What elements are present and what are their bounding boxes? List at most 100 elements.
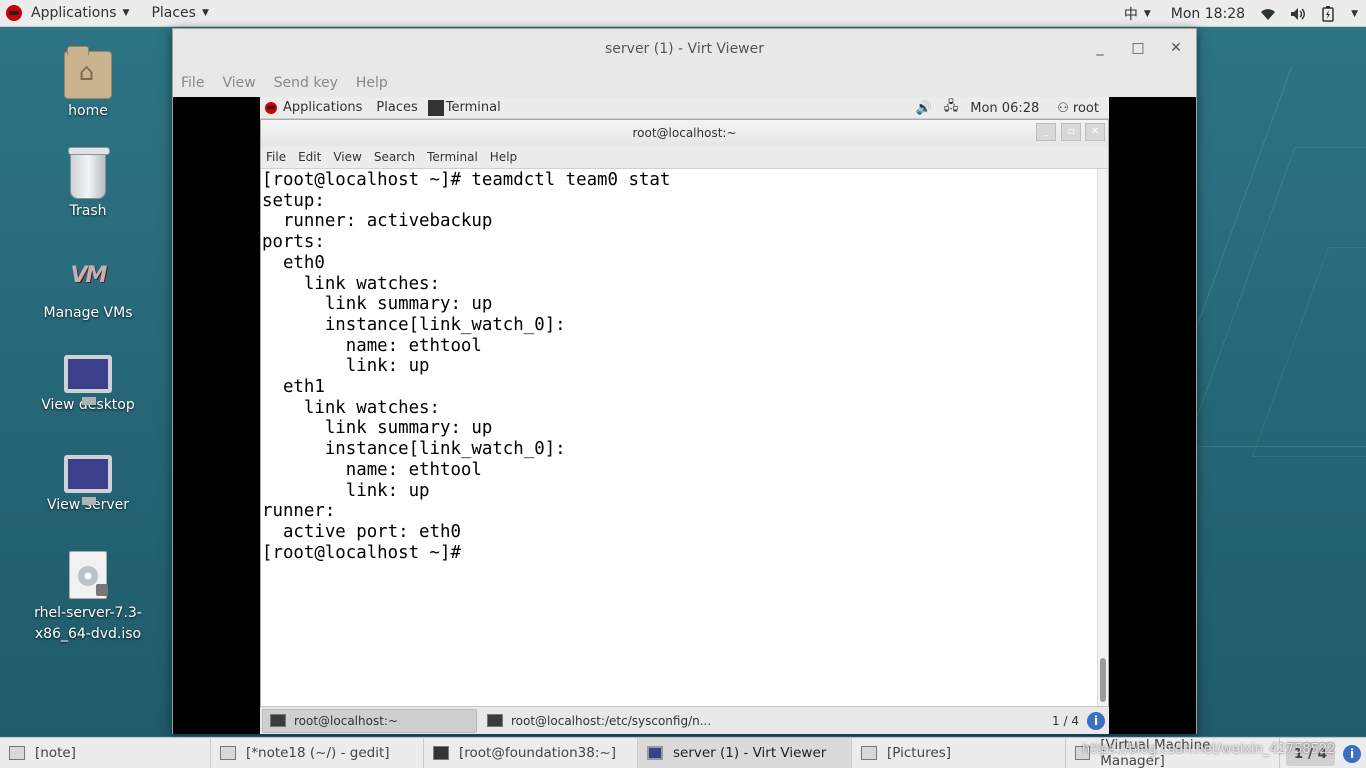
maximize-button[interactable]: □ [1128,40,1148,56]
terminal-line: link summary: up [262,294,493,315]
task-label: root@localhost:~ [294,713,399,728]
minimize-button[interactable]: _ [1036,123,1056,141]
workspace-pager[interactable]: 1 / 4 [1285,741,1335,766]
folder-icon [861,746,877,760]
task-note[interactable]: [note] [0,737,211,768]
system-menu[interactable]: ▼ [1343,0,1366,27]
workspace-pager[interactable]: 1 / 4 [1052,714,1079,728]
guest-clock[interactable]: Mon 06:28 [970,101,1039,116]
volume-icon[interactable]: 🔊 [916,101,932,116]
clock[interactable]: Mon 18:28 [1163,0,1253,27]
menu-view[interactable]: View [222,75,255,91]
close-button[interactable]: ✕ [1166,40,1186,56]
terminal-output[interactable]: [root@localhost ~]# teamdctl team0 stat s… [261,169,1098,706]
vm-display[interactable]: Applications Places Terminal 🔊 🖧 Mon 06:… [173,97,1196,734]
close-button[interactable]: ✕ [1085,123,1105,141]
menu-help[interactable]: Help [356,75,388,91]
clock-label: Mon 18:28 [1170,5,1246,22]
maximize-button[interactable]: ▫ [1061,123,1081,141]
monitor-icon [647,746,663,760]
guest-user-menu[interactable]: root [1073,101,1099,116]
input-method-label: 中 [1123,6,1138,23]
top-panel: Applications ▼ Places ▼ 中 ▼ Mon 18:28 ▼ [0,0,1366,27]
guest-terminal-task[interactable]: Terminal [425,97,508,119]
menu-view[interactable]: View [333,150,361,164]
menu-search[interactable]: Search [374,150,415,164]
battery-icon[interactable] [1319,5,1337,22]
window-titlebar[interactable]: server (1) - Virt Viewer _ □ ✕ [173,29,1196,69]
network-icon[interactable]: 🖧 [944,97,959,119]
places-menu[interactable]: Places ▼ [143,0,216,27]
guest-places-label: Places [376,100,418,115]
terminal-line: link: up [262,480,430,501]
info-icon[interactable]: i [1343,744,1361,763]
wifi-icon[interactable] [1259,7,1277,21]
menu-edit[interactable]: Edit [298,150,321,164]
task-terminal-foundation[interactable]: [root@foundation38:~] [424,737,638,768]
task-label: [note] [35,745,76,761]
desktop-icon-label: Manage VMs [43,305,133,321]
chevron-down-icon: ▼ [1351,8,1358,19]
terminal-line: eth0 [262,252,325,273]
chevron-down-icon: ▼ [122,8,130,18]
task-virt-manager[interactable]: [Virtual Machine Manager] [1066,737,1280,768]
chevron-down-icon: ▼ [201,8,209,18]
guest-terminal-label: Terminal [445,100,501,115]
scrollbar-thumb[interactable] [1100,658,1106,702]
desktop-icon-label: home [68,103,108,119]
guest-places-menu[interactable]: Places [369,97,424,119]
guest-task-terminal-home[interactable]: root@localhost:~ [262,708,477,733]
redhat-logo-icon [265,101,277,114]
guest-desktop: Applications Places Terminal 🔊 🖧 Mon 06:… [260,97,1109,734]
desktop-icon-view-server[interactable]: View server [28,451,148,513]
guest-applications-menu[interactable]: Applications [260,97,369,119]
terminal-line: link summary: up [262,418,493,439]
input-method-indicator[interactable]: 中 ▼ [1116,0,1159,27]
terminal-line: setup: [262,190,325,211]
monitor-icon [64,455,112,505]
places-menu-label: Places [151,5,196,21]
guest-top-panel: Applications Places Terminal 🔊 🖧 Mon 06:… [260,97,1109,119]
task-label: [root@foundation38:~] [459,745,616,761]
desktop-icon-label: rhel-server-7.3-x86_64-dvd.iso [34,605,142,642]
menu-send-key[interactable]: Send key [274,75,338,91]
applications-menu[interactable]: Applications ▼ [0,0,137,27]
task-label: [Virtual Machine Manager] [1100,737,1211,768]
terminal-titlebar[interactable]: root@localhost:~ _ ▫ ✕ [261,120,1108,146]
terminal-line: link watches: [262,397,440,418]
text-editor-icon [220,746,236,760]
task-virt-viewer[interactable]: server (1) - Virt Viewer [638,737,852,768]
task-gedit[interactable]: [*note18 (~/) - gedit] [211,737,424,768]
terminal-menu-bar: File Edit View Search Terminal Help [261,146,1108,169]
info-icon[interactable]: i [1087,712,1105,730]
virt-manager-icon [1075,746,1091,760]
menu-help[interactable]: Help [490,150,517,164]
desktop-icon-home[interactable]: home [28,46,148,119]
guest-applications-label: Applications [283,100,363,115]
desktop-icon-iso-file[interactable]: rhel-server-7.3-x86_64-dvd.iso [28,551,148,645]
guest-task-terminal-sysconfig[interactable]: root@localhost:/etc/sysconfig/n... [479,709,719,733]
trash-icon [68,147,110,199]
terminal-icon [433,746,449,760]
desktop-icon-manage-vms[interactable]: VM Manage VMs [28,255,148,321]
window-icon [9,746,25,760]
desktop-icon-trash[interactable]: Trash [28,147,148,219]
terminal-line: active port: eth0 [262,521,461,542]
terminal-line: eth1 [262,377,325,398]
terminal-scrollbar[interactable] [1097,169,1108,706]
volume-icon[interactable] [1289,7,1307,21]
terminal-line: name: ethtool [262,335,482,356]
task-pictures[interactable]: [Pictures] [852,737,1066,768]
desktop-icon-view-desktop[interactable]: View desktop [28,351,148,413]
menu-file[interactable]: File [181,75,204,91]
menu-terminal[interactable]: Terminal [427,150,478,164]
virt-viewer-window: server (1) - Virt Viewer _ □ ✕ File View… [172,28,1197,734]
terminal-icon [427,99,444,116]
home-folder-icon [64,46,112,99]
monitor-icon [64,355,112,405]
desktop-icon-label: Trash [69,203,107,219]
terminal-line: runner: activebackup [262,211,493,232]
minimize-button[interactable]: _ [1090,40,1110,56]
terminal-line: name: ethtool [262,459,482,480]
menu-file[interactable]: File [266,150,286,164]
